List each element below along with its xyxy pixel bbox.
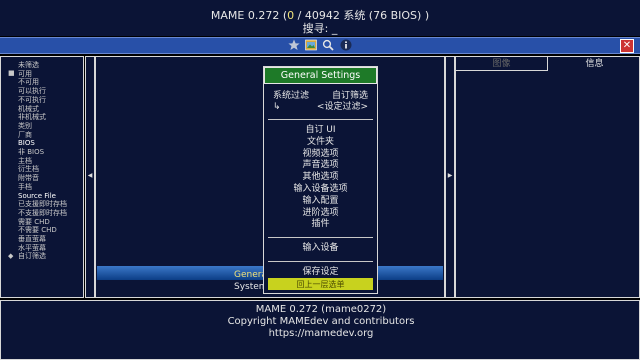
filter-item[interactable]: 主档 <box>18 157 32 165</box>
filter-item[interactable]: 不支援即时存档 <box>18 209 67 217</box>
custom-filter-link: <设定过滤> <box>316 102 368 112</box>
footer: MAME 0.272 (mame0272) Copyright MAMEdev … <box>0 300 640 360</box>
save-settings-item[interactable]: 保存设定 <box>263 267 378 278</box>
settings-item[interactable]: 文件夹 <box>263 137 378 148</box>
filter-item[interactable]: 类别 <box>18 122 32 130</box>
footer-copyright: Copyright MAMEdev and contributors <box>227 316 415 327</box>
submenu-arrow-icon: ↳ <box>273 102 281 112</box>
left-collapse-arrow[interactable]: ◀ <box>85 56 95 298</box>
system-filter-label: 系统过滤 <box>273 91 310 101</box>
filter-item[interactable]: 衍生档 <box>18 165 39 173</box>
toolbar: ✕ <box>0 37 640 54</box>
filter-item[interactable]: 非机械式 <box>18 113 46 121</box>
footer-version: MAME 0.272 (mame0272) <box>255 304 387 315</box>
filter-item[interactable]: 垂直萤幕 <box>18 235 46 243</box>
settings-item[interactable]: 声音选项 <box>263 160 378 171</box>
info-icon[interactable] <box>339 39 353 53</box>
filter-item[interactable]: 附带音 <box>18 174 39 182</box>
filter-item[interactable]: 需要 CHD <box>18 218 50 226</box>
settings-item[interactable]: 插件 <box>263 219 378 230</box>
current-filter-marker-icon: ◆ <box>8 252 14 261</box>
settings-item[interactable]: 其他选项 <box>263 172 378 183</box>
filter-item[interactable]: 可以执行 <box>18 87 46 95</box>
menu-divider <box>268 261 373 262</box>
menu-title: General Settings <box>264 67 377 84</box>
star-icon[interactable] <box>287 39 301 53</box>
settings-item[interactable]: 进阶选项 <box>263 208 378 219</box>
filter-item[interactable]: 厂商 <box>18 131 32 139</box>
header-title-prefix: MAME 0.272 ( <box>210 9 288 22</box>
right-arrow-icon: ▶ <box>447 172 453 179</box>
settings-item[interactable]: 自订 UI <box>263 125 378 136</box>
right-collapse-arrow[interactable]: ▶ <box>445 56 455 298</box>
footer-url[interactable]: https://mamedev.org <box>1 328 640 340</box>
filter-item[interactable]: 已支援即时存档 <box>18 200 67 208</box>
settings-item[interactable]: 输入设备选项 <box>263 184 378 195</box>
menu-divider <box>268 237 373 238</box>
left-arrow-icon: ◀ <box>87 172 93 179</box>
search-label[interactable]: 搜寻: _ <box>0 22 640 35</box>
filter-item[interactable]: 机械式 <box>18 105 39 113</box>
expanded-marker-icon: ■ <box>8 69 15 77</box>
back-to-previous-menu[interactable]: 回上一层选单 <box>263 279 378 290</box>
menu-divider <box>268 119 373 120</box>
filter-item[interactable]: 可用 <box>18 70 32 78</box>
filter-item[interactable]: 不可用 <box>18 78 39 86</box>
close-icon[interactable]: ✕ <box>620 39 634 53</box>
settings-item[interactable]: 输入配置 <box>263 196 378 207</box>
header-title-suffix: / 40942 系统 (76 BIOS) ) <box>294 9 430 22</box>
input-devices-item[interactable]: 输入设备 <box>263 243 378 254</box>
header-title: MAME 0.272 (0 / 40942 系统 (76 BIOS) ) <box>0 9 640 22</box>
filter-item[interactable]: BIOS <box>18 139 35 147</box>
tab-image[interactable]: 图像 <box>456 57 548 71</box>
filter-item[interactable]: 未筛选 <box>18 61 39 69</box>
filter-item[interactable]: 不需要 CHD <box>18 226 57 234</box>
filter-item[interactable]: 不可执行 <box>18 96 46 104</box>
magnifier-icon[interactable] <box>321 39 335 53</box>
filter-item[interactable]: 水平萤幕 <box>18 244 46 252</box>
filter-item[interactable]: 自订筛选 <box>18 252 46 260</box>
filter-item[interactable]: Source File <box>18 192 56 200</box>
settings-item[interactable]: 视频选项 <box>263 149 378 160</box>
info-panel: 图像 信息 <box>455 56 640 298</box>
tab-info[interactable]: 信息 <box>548 57 640 71</box>
picture-icon[interactable] <box>304 39 318 53</box>
system-filter-value: 自订筛选 <box>331 91 368 101</box>
filter-item[interactable]: 手档 <box>18 183 32 191</box>
filter-item[interactable]: 非 BIOS <box>18 148 44 156</box>
header: MAME 0.272 (0 / 40942 系统 (76 BIOS) ) 搜寻:… <box>0 0 640 36</box>
